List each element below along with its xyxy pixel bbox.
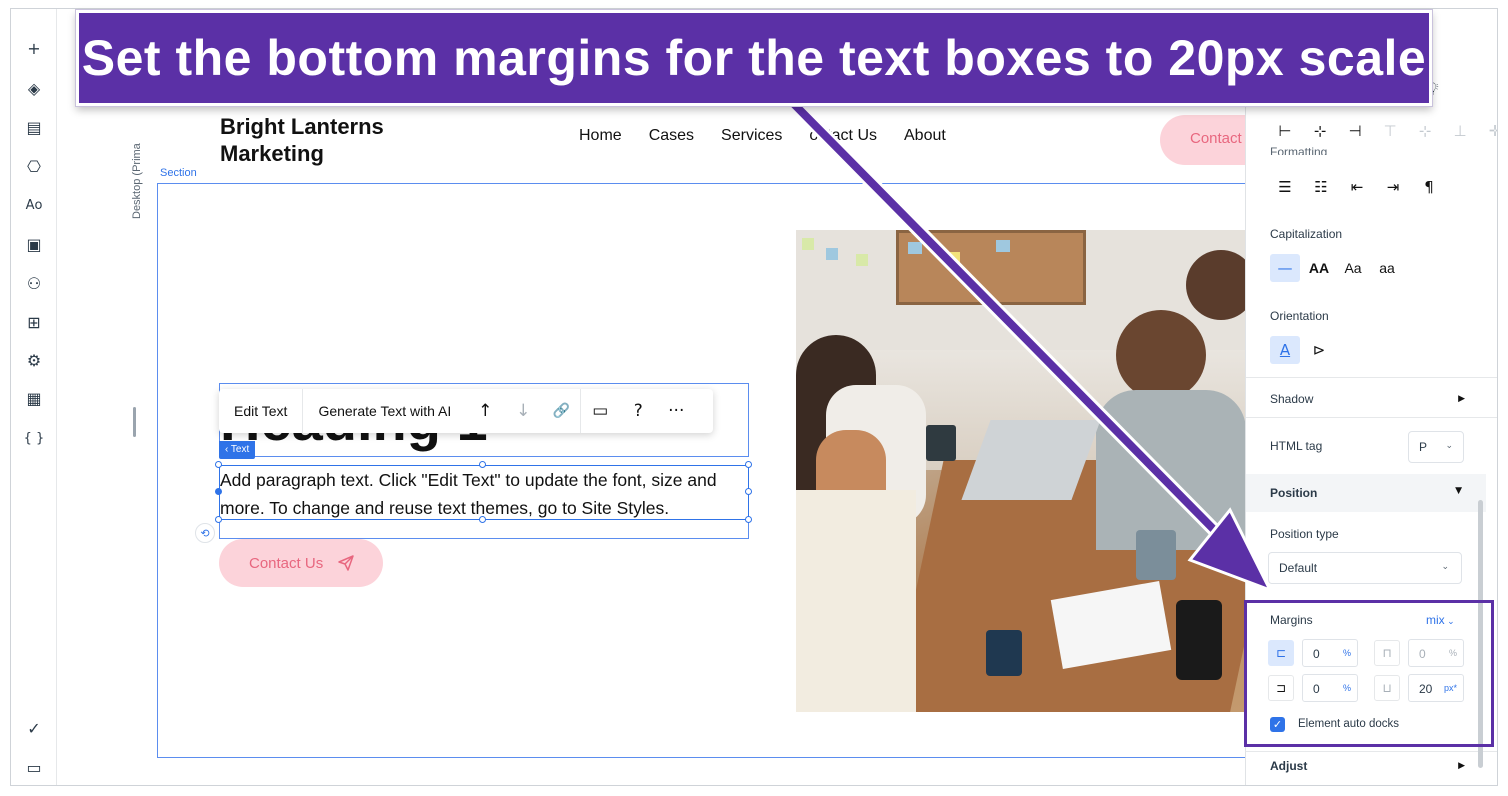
align-left-icon[interactable]: ⊢	[1270, 117, 1300, 145]
capitalization-upper[interactable]: AA	[1304, 254, 1334, 282]
capitalization-label: Capitalization	[1270, 227, 1343, 241]
panel-divider	[1246, 751, 1497, 752]
chevron-down-icon: ⌄	[1445, 440, 1453, 450]
resize-handle[interactable]	[215, 516, 222, 523]
shadow-expand-icon[interactable]: ▶	[1458, 394, 1465, 404]
html-tag-value: P	[1419, 440, 1428, 454]
align-top-icon[interactable]: ⊤	[1375, 117, 1405, 145]
move-up-icon[interactable]: ↑	[466, 389, 504, 433]
paragraph-text[interactable]: Add paragraph text. Click "Edit Text" to…	[219, 465, 749, 520]
formatting-label: Formatting	[1270, 145, 1328, 155]
add-icon[interactable]: +	[23, 37, 45, 59]
editor-canvas: Bright Lanterns Marketing Home Cases Ser…	[157, 9, 1270, 785]
left-toolbar: + ◈ ▤ ⎔ Aᴏ ▣ ⚇ ⊞ ⚙ ▦ { } ✓ ▭	[11, 9, 57, 785]
breakpoint-label: Desktop (Prima	[131, 143, 143, 219]
position-section-label: Position	[1270, 486, 1318, 500]
resize-handle[interactable]	[479, 516, 486, 523]
nav-item-cases[interactable]: Cases	[649, 127, 694, 145]
resize-handle[interactable]	[479, 461, 486, 468]
bullet-list-icon[interactable]: ☰	[1270, 173, 1300, 201]
more-actions-icon[interactable]: ···	[657, 389, 695, 433]
nav-item-contact[interactable]: ontact Us	[809, 127, 877, 145]
align-middle-icon[interactable]: ⊹	[1410, 117, 1440, 145]
move-down-icon[interactable]: ↓	[504, 389, 542, 433]
contact-us-button[interactable]: Contact Us	[219, 539, 383, 587]
panel-divider	[1246, 417, 1497, 418]
instruction-banner: Set the bottom margins for the text boxe…	[75, 9, 1433, 107]
panel-divider	[1246, 377, 1497, 378]
nav-item-home[interactable]: Home	[579, 127, 622, 145]
business-tools-icon[interactable]: ⚙	[23, 349, 45, 371]
apps-icon[interactable]: ⚇	[23, 272, 45, 294]
position-section-header[interactable]: Position ▼	[1246, 474, 1486, 512]
send-icon	[338, 555, 354, 571]
nav-item-services[interactable]: Services	[721, 127, 782, 145]
site-header[interactable]: Bright Lanterns Marketing Home Cases Ser…	[157, 101, 1270, 181]
numbered-list-icon[interactable]: ☷	[1306, 173, 1336, 201]
align-right-icon[interactable]: ⊣	[1340, 117, 1370, 145]
ruler-handle[interactable]	[133, 407, 136, 437]
contact-us-label: Contact Us	[249, 554, 324, 572]
alignment-row: ⊢ ⊹ ⊣ ⊤ ⊹ ⊥ ✛	[1270, 117, 1497, 145]
comment-icon[interactable]: ▭	[581, 389, 619, 433]
layers-icon[interactable]: ◈	[23, 77, 45, 99]
resize-handle[interactable]	[215, 461, 222, 468]
capitalization-row: — AA Aa aa	[1270, 254, 1402, 282]
sitemap-icon[interactable]: ⎔	[23, 155, 45, 177]
distribute-icon[interactable]: ✛	[1480, 117, 1497, 145]
rotate-icon[interactable]: ⟲	[195, 523, 215, 543]
team-meeting-photo[interactable]	[796, 230, 1246, 712]
link-icon[interactable]: 🔗	[542, 389, 580, 433]
edit-text-button[interactable]: Edit Text	[219, 389, 302, 433]
adjust-section-label[interactable]: Adjust	[1270, 759, 1307, 773]
html-tag-select[interactable]: P ⌄	[1408, 431, 1464, 463]
collapse-icon: ▼	[1455, 486, 1462, 496]
app-market-icon[interactable]: ⊞	[23, 311, 45, 333]
help-icon[interactable]: ?	[619, 389, 657, 433]
margins-highlight-box	[1244, 600, 1494, 747]
adjust-expand-icon[interactable]: ▶	[1458, 761, 1465, 771]
chat-icon[interactable]: ▭	[23, 756, 45, 778]
chevron-down-icon: ⌄	[1441, 561, 1449, 571]
site-brand[interactable]: Bright Lanterns Marketing	[220, 113, 420, 167]
formatting-row: ☰ ☷ ⇤ ⇥ ¶	[1270, 173, 1444, 201]
theme-icon[interactable]: Aᴏ	[23, 194, 45, 216]
code-icon[interactable]: { }	[23, 427, 45, 449]
indent-decrease-icon[interactable]: ⇤	[1342, 173, 1372, 201]
pages-icon[interactable]: ▤	[23, 116, 45, 138]
resize-handle[interactable]	[745, 516, 752, 523]
vertical-ruler: Desktop (Prima	[57, 9, 157, 785]
text-floating-toolbar: Edit Text Generate Text with AI ↑ ↓ 🔗 ▭ …	[219, 389, 713, 433]
generate-text-ai-button[interactable]: Generate Text with AI	[303, 389, 466, 433]
resize-handle[interactable]	[215, 488, 222, 495]
position-type-label: Position type	[1270, 527, 1339, 541]
indent-increase-icon[interactable]: ⇥	[1378, 173, 1408, 201]
site-nav[interactable]: Home Cases Services ontact Us About	[579, 127, 946, 145]
paragraph-direction-icon[interactable]: ¶	[1414, 173, 1444, 201]
section-label[interactable]: Section	[160, 167, 197, 179]
nav-item-about[interactable]: About	[904, 127, 946, 145]
orientation-label: Orientation	[1270, 309, 1329, 323]
orientation-horizontal-icon[interactable]: A	[1270, 336, 1300, 364]
orientation-vertical-icon[interactable]: ⊳	[1304, 336, 1334, 364]
position-type-value: Default	[1279, 561, 1318, 575]
media-icon[interactable]: ▣	[23, 233, 45, 255]
capitalization-title[interactable]: Aa	[1338, 254, 1368, 282]
orientation-row: A ⊳	[1270, 336, 1334, 364]
capitalization-none[interactable]: —	[1270, 254, 1300, 282]
checklist-icon[interactable]: ✓	[23, 717, 45, 739]
position-type-select[interactable]: Default ⌄	[1268, 552, 1462, 584]
align-center-icon[interactable]: ⊹	[1305, 117, 1335, 145]
text-element-tag[interactable]: ‹ Text	[219, 441, 256, 459]
html-tag-label: HTML tag	[1270, 439, 1323, 453]
shadow-label[interactable]: Shadow	[1270, 392, 1313, 406]
align-bottom-icon[interactable]: ⊥	[1445, 117, 1475, 145]
cms-icon[interactable]: ▦	[23, 387, 45, 409]
capitalization-lower[interactable]: aa	[1372, 254, 1402, 282]
resize-handle[interactable]	[745, 488, 752, 495]
resize-handle[interactable]	[745, 461, 752, 468]
